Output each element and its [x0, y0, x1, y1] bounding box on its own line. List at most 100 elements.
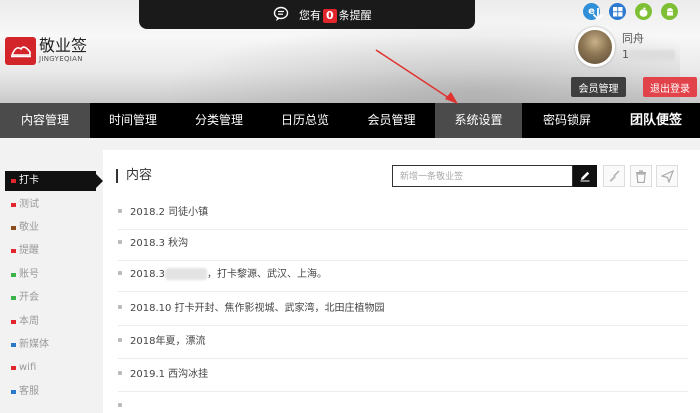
avatar[interactable] — [575, 27, 615, 67]
category-color-dot — [11, 320, 16, 324]
sidebar-item-label: 打卡 — [19, 175, 39, 186]
send-tool[interactable] — [656, 165, 678, 187]
notice-text: 您有 0 条提醒 — [299, 7, 372, 23]
row-divider — [118, 325, 688, 326]
list-item[interactable] — [118, 394, 688, 413]
nav-label: 时间管理 — [108, 113, 157, 127]
nav-content-management[interactable]: 内容管理 — [0, 103, 90, 138]
download-arrow-icon[interactable] — [590, 6, 606, 22]
category-color-dot — [11, 226, 16, 230]
nav-team-notes[interactable]: 团队便签 — [612, 103, 700, 138]
sidebar-item-partial[interactable] — [5, 405, 96, 413]
sidebar-item-label: 账号 — [19, 269, 39, 280]
broom-icon — [609, 170, 619, 182]
send-icon — [660, 169, 674, 183]
nav-time-management[interactable]: 时间管理 — [90, 103, 176, 138]
list-item[interactable]: 2018.3 秋沟 — [118, 231, 688, 261]
logo-mark-icon — [5, 37, 36, 65]
sidebar-item-meeting[interactable]: 开会 — [5, 288, 96, 308]
list-bullet — [118, 271, 122, 275]
member-management-button[interactable]: 会员管理 — [571, 77, 626, 97]
pencil-icon — [580, 171, 590, 182]
windows-icon[interactable] — [609, 3, 626, 20]
note-text: 2018年夏，漂流 — [130, 336, 206, 347]
list-item[interactable]: 2018.10 打卡开封、焦作影视城、武家湾，北田庄植物园 — [118, 296, 688, 326]
logo-subtitle: JINGYEQIAN — [39, 55, 83, 63]
user-phone: 1 — [622, 48, 675, 61]
category-sidebar: 打卡 测试 敬业 提醒 账号 开会 本周 新媒体 wifi 客服 — [0, 138, 103, 413]
new-note-input[interactable] — [392, 165, 573, 187]
logo-title: 敬业签 — [39, 36, 88, 55]
sidebar-item-account[interactable]: 账号 — [5, 265, 96, 285]
sidebar-item-daka[interactable]: 打卡 — [5, 171, 103, 191]
nav-calendar-overview[interactable]: 日历总览 — [262, 103, 348, 138]
sidebar-item-test[interactable]: 测试 — [5, 195, 96, 215]
note-text: 2018.3 ，打卡黎源、武汉、上海。 — [130, 265, 327, 280]
sidebar-item-reminder[interactable]: 提醒 — [5, 241, 96, 261]
message-icon — [273, 6, 289, 21]
row-divider — [118, 391, 688, 392]
edit-button[interactable] — [573, 165, 597, 187]
logo[interactable]: 敬业签 JINGYEQIAN — [5, 37, 87, 65]
clear-tool[interactable] — [603, 165, 625, 187]
sidebar-item-wifi[interactable]: wifi — [5, 358, 96, 378]
sidebar-item-label: wifi — [19, 362, 37, 373]
list-item[interactable]: 2018年夏，漂流 — [118, 329, 688, 359]
category-color-dot — [11, 249, 16, 253]
nav-label: 内容管理 — [20, 113, 69, 127]
notice-prefix: 您有 — [299, 9, 321, 22]
list-bullet — [118, 305, 122, 309]
notice-bar[interactable]: 您有 0 条提醒 — [139, 0, 604, 29]
list-bullet — [118, 240, 122, 244]
user-name: 同舟 — [622, 32, 644, 45]
category-color-dot — [11, 343, 16, 347]
list-item[interactable]: 2019.1 西沟冰挂 — [118, 362, 688, 392]
note-text: 2018.2 司徒小镇 — [130, 207, 209, 218]
nav-system-settings[interactable]: 系统设置 — [435, 103, 522, 138]
list-bullet — [118, 338, 122, 342]
category-color-dot — [11, 366, 16, 370]
content-title: 内容 — [116, 169, 152, 183]
list-bullet — [118, 371, 122, 375]
nav-password-lock[interactable]: 密码锁屏 — [522, 103, 612, 138]
phone-redaction — [629, 49, 675, 61]
note-text-part: ，打卡黎源、武汉、上海。 — [207, 269, 327, 280]
sidebar-item-label: 新媒体 — [19, 339, 49, 350]
notice-suffix: 条提醒 — [338, 9, 372, 22]
note-text-part: 2018.3 — [130, 269, 165, 280]
sidebar-item-jingye[interactable]: 敬业 — [5, 218, 96, 238]
sidebar-item-new-media[interactable]: 新媒体 — [5, 335, 96, 355]
category-color-dot — [11, 390, 16, 394]
sidebar-item-label: 客服 — [19, 386, 39, 397]
sidebar-item-this-week[interactable]: 本周 — [5, 312, 96, 332]
list-bullet — [118, 209, 122, 213]
category-color-dot — [11, 296, 16, 300]
note-text: 2018.10 打卡开封、焦作影视城、武家湾，北田庄植物园 — [130, 303, 385, 314]
category-color-dot — [11, 203, 16, 207]
text-redaction — [165, 268, 207, 280]
android-icon[interactable] — [661, 3, 678, 20]
category-color-dot — [11, 273, 16, 277]
sidebar-item-label: 测试 — [19, 199, 39, 210]
user-phone-prefix: 1 — [622, 48, 629, 61]
sidebar-item-customer-service[interactable]: 客服 — [5, 382, 96, 402]
row-divider — [118, 229, 688, 230]
nav-category-management[interactable]: 分类管理 — [176, 103, 262, 138]
nav-member-management[interactable]: 会员管理 — [348, 103, 435, 138]
sidebar-item-label: 敬业 — [19, 222, 39, 233]
notice-count-badge: 0 — [323, 9, 337, 23]
content-panel: 内容 2018.2 司徒小镇 2018.3 秋沟 2018.3 ，打卡黎源、武汉、… — [103, 150, 700, 413]
nav-label: 分类管理 — [194, 113, 243, 127]
list-item[interactable]: 2018.2 司徒小镇 — [118, 200, 688, 230]
nav-label: 会员管理 — [367, 113, 416, 127]
delete-tool[interactable] — [630, 165, 652, 187]
row-divider — [118, 358, 688, 359]
note-text: 2019.1 西沟冰挂 — [130, 369, 209, 380]
list-item[interactable]: 2018.3 ，打卡黎源、武汉、上海。 — [118, 262, 688, 292]
note-text: 2018.3 秋沟 — [130, 238, 189, 249]
logout-button[interactable]: 退出登录 — [643, 77, 697, 97]
list-bullet — [118, 403, 122, 407]
apple-icon[interactable] — [635, 3, 652, 20]
category-color-dot — [11, 179, 16, 183]
main-nav: 内容管理 时间管理 分类管理 日历总览 会员管理 系统设置 密码锁屏 团队便签 — [0, 103, 700, 138]
